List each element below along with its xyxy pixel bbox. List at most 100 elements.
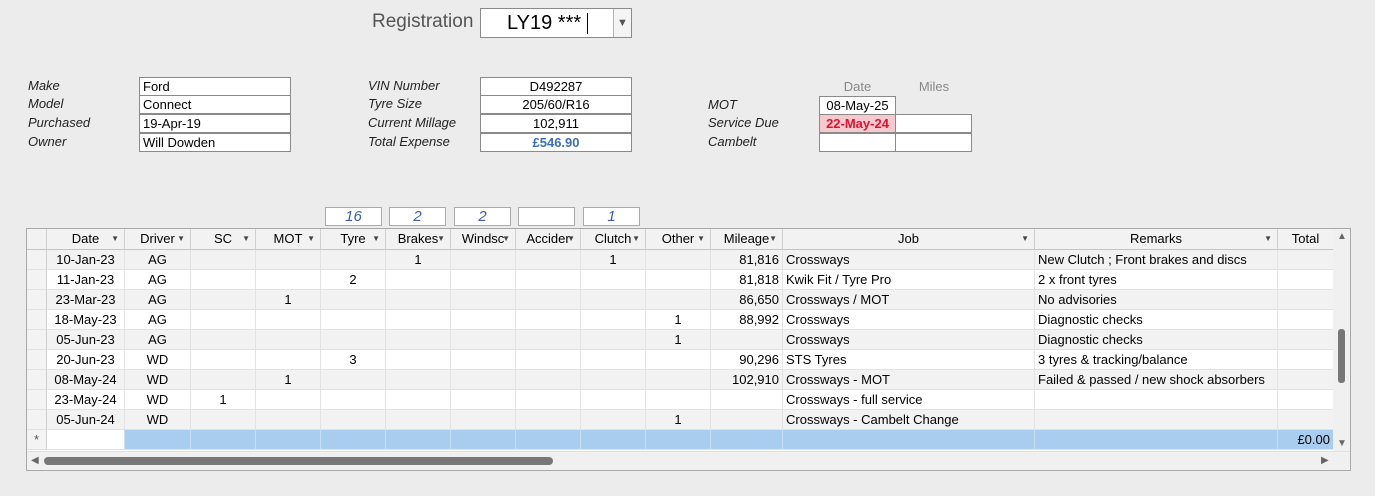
column-header-sc[interactable]: SC ▼ (191, 229, 256, 250)
horizontal-scrollbar[interactable]: ◀ ▶ (27, 451, 1350, 470)
cambelt-miles-field[interactable] (895, 133, 972, 152)
cell-clutch[interactable] (581, 330, 646, 350)
cell-clutch[interactable]: 1 (581, 250, 646, 270)
cell-clutch[interactable] (581, 370, 646, 390)
column-header-driver[interactable]: Driver ▼ (125, 229, 191, 250)
chevron-down-icon[interactable]: ▼ (502, 229, 510, 249)
cell-tyre[interactable]: 2 (321, 270, 386, 290)
cell-job[interactable]: Crossways (783, 330, 1035, 350)
registration-value[interactable]: LY19 *** (507, 12, 581, 35)
cell-windscreen[interactable] (451, 250, 516, 270)
cell-remarks[interactable]: No advisories (1035, 290, 1278, 310)
cell-sc[interactable]: 1 (191, 390, 256, 410)
cell-remarks[interactable]: Failed & passed / new shock absorbers (1035, 370, 1278, 390)
service-due-miles-field[interactable] (895, 114, 972, 133)
cell-mot[interactable] (256, 310, 321, 330)
new-row-cell-accident[interactable] (516, 430, 581, 450)
cell-brakes[interactable] (386, 270, 451, 290)
cell-sc[interactable] (191, 410, 256, 430)
cell-remarks[interactable]: 3 tyres & tracking/balance (1035, 350, 1278, 370)
chevron-down-icon[interactable]: ▼ (697, 229, 705, 249)
cell-date[interactable]: 20-Jun-23 (47, 350, 125, 370)
cell-accident[interactable] (516, 330, 581, 350)
cell-mot[interactable]: 1 (256, 290, 321, 310)
cell-job[interactable]: Crossways - MOT (783, 370, 1035, 390)
cell-windscreen[interactable] (451, 270, 516, 290)
cell-remarks[interactable] (1035, 390, 1278, 410)
row-selector[interactable] (27, 250, 47, 270)
cell-mot[interactable] (256, 390, 321, 410)
cell-tyre[interactable] (321, 290, 386, 310)
column-header-windscreen[interactable]: Windsc ▼ (451, 229, 516, 250)
cell-tyre[interactable] (321, 310, 386, 330)
cell-sc[interactable] (191, 350, 256, 370)
cell-sc[interactable] (191, 270, 256, 290)
cambelt-date-field[interactable] (819, 133, 896, 152)
row-selector[interactable] (27, 310, 47, 330)
new-row-cell-clutch[interactable] (581, 430, 646, 450)
owner-field[interactable]: Will Dowden (139, 133, 291, 152)
cell-brakes[interactable]: 1 (386, 250, 451, 270)
chevron-down-icon[interactable]: ▼ (632, 229, 640, 249)
cell-windscreen[interactable] (451, 350, 516, 370)
chevron-down-icon[interactable]: ▼ (177, 229, 185, 249)
new-row-cell-job[interactable] (783, 430, 1035, 450)
row-selector[interactable] (27, 370, 47, 390)
cell-driver[interactable]: AG (125, 310, 191, 330)
cell-sc[interactable] (191, 250, 256, 270)
cell-mileage[interactable]: 102,910 (711, 370, 783, 390)
chevron-down-icon[interactable]: ▼ (613, 9, 631, 37)
cell-mileage[interactable]: 88,992 (711, 310, 783, 330)
cell-tyre[interactable] (321, 330, 386, 350)
new-row-cell-tyre[interactable] (321, 430, 386, 450)
cell-remarks[interactable]: Diagnostic checks (1035, 330, 1278, 350)
row-selector[interactable] (27, 330, 47, 350)
column-header-clutch[interactable]: Clutch ▼ (581, 229, 646, 250)
cell-clutch[interactable] (581, 390, 646, 410)
cell-date[interactable]: 10-Jan-23 (47, 250, 125, 270)
cell-tyre[interactable] (321, 390, 386, 410)
cell-accident[interactable] (516, 290, 581, 310)
cell-mot[interactable] (256, 350, 321, 370)
cell-tyre[interactable] (321, 250, 386, 270)
cell-brakes[interactable] (386, 310, 451, 330)
purchased-field[interactable]: 19-Apr-19 (139, 114, 291, 133)
cell-tyre[interactable]: 3 (321, 350, 386, 370)
cell-other[interactable] (646, 250, 711, 270)
cell-mileage[interactable]: 81,818 (711, 270, 783, 290)
cell-accident[interactable] (516, 310, 581, 330)
chevron-down-icon[interactable]: ▼ (437, 229, 445, 249)
cell-other[interactable] (646, 270, 711, 290)
cell-accident[interactable] (516, 370, 581, 390)
cell-remarks[interactable]: Diagnostic checks (1035, 310, 1278, 330)
cell-other[interactable] (646, 350, 711, 370)
model-field[interactable]: Connect (139, 95, 291, 114)
cell-driver[interactable]: WD (125, 350, 191, 370)
cell-driver[interactable]: WD (125, 410, 191, 430)
cell-mot[interactable] (256, 330, 321, 350)
cell-job[interactable]: Crossways / MOT (783, 290, 1035, 310)
cell-mileage[interactable]: 81,816 (711, 250, 783, 270)
service-history-grid[interactable]: Date ▼ Driver ▼ SC ▼ MOT ▼ Tyre ▼ Brakes ▼ Windsc ▼ Ac… (26, 228, 1351, 471)
cell-driver[interactable]: WD (125, 390, 191, 410)
cell-date[interactable]: 11-Jan-23 (47, 270, 125, 290)
cell-windscreen[interactable] (451, 310, 516, 330)
scroll-left-icon[interactable]: ◀ (31, 455, 39, 466)
new-row-cell-remarks[interactable] (1035, 430, 1278, 450)
vin-field[interactable]: D492287 (480, 77, 632, 96)
cell-total[interactable] (1278, 250, 1334, 270)
cell-other[interactable]: 1 (646, 410, 711, 430)
new-row-cell-sc[interactable] (191, 430, 256, 450)
cell-mot[interactable] (256, 250, 321, 270)
tyre-size-field[interactable]: 205/60/R16 (480, 95, 632, 114)
cell-driver[interactable]: AG (125, 330, 191, 350)
cell-remarks[interactable]: 2 x front tyres (1035, 270, 1278, 290)
column-header-total[interactable]: Total (1278, 229, 1334, 250)
cell-job[interactable]: Crossways - Cambelt Change (783, 410, 1035, 430)
chevron-down-icon[interactable]: ▼ (1264, 229, 1272, 249)
chevron-down-icon[interactable]: ▼ (769, 229, 777, 249)
column-header-mileage[interactable]: Mileage ▼ (711, 229, 783, 250)
cell-total[interactable] (1278, 370, 1334, 390)
chevron-down-icon[interactable]: ▼ (372, 229, 380, 249)
service-due-date-field[interactable]: 22-May-24 (819, 114, 896, 133)
